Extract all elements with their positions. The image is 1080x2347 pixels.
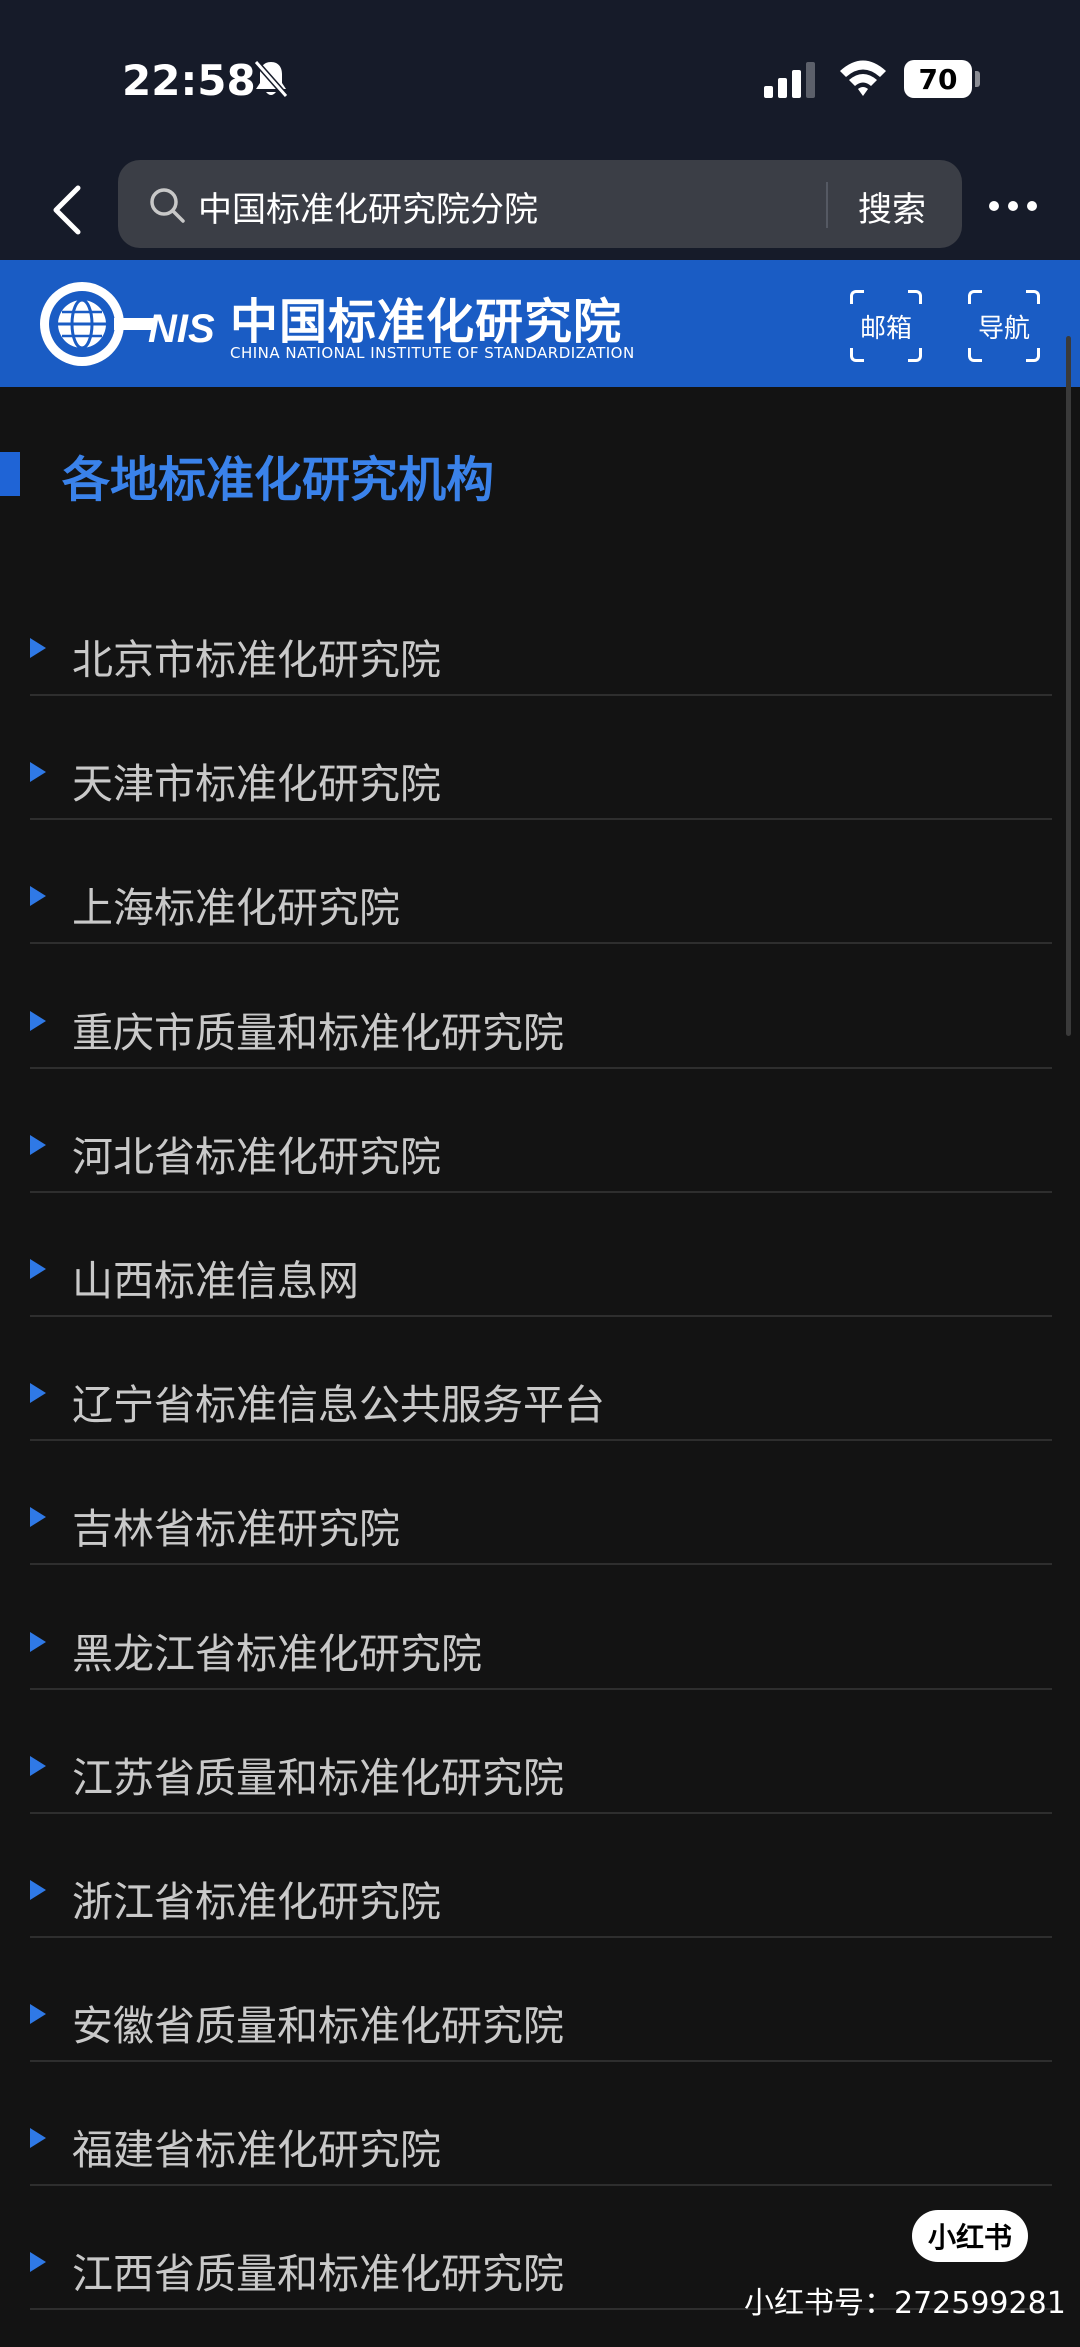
org-link[interactable]: 河北省标准化研究院 [72,1123,441,1183]
search-divider [826,182,828,228]
mail-button[interactable]: 邮箱 [850,290,922,362]
xiaohongshu-id: 小红书号：272599281 [744,2286,1066,2321]
triangle-bullet-icon [30,1383,46,1404]
org-list-item[interactable]: 浙江省标准化研究院 [0,1842,1080,1966]
signal-icon [764,62,815,98]
nav-button-label: 导航 [977,313,1030,344]
bell-muted-icon [253,60,289,98]
org-link[interactable]: 天津市标准化研究院 [72,750,441,810]
battery-tip [975,71,980,87]
site-header: NIS 中国标准化研究院 CHINA NATIONAL INSTITUTE OF… [0,260,1080,387]
org-list-item[interactable]: 重庆市质量和标准化研究院 [0,973,1080,1097]
triangle-bullet-icon [30,2128,46,2149]
search-input[interactable]: 中国标准化研究院分院 搜索 [118,160,962,248]
triangle-bullet-icon [30,1010,46,1031]
browser-toolbar: 中国标准化研究院分院 搜索 [0,160,1080,260]
triangle-bullet-icon [30,762,46,783]
org-list-item[interactable]: 河北省标准化研究院 [0,1097,1080,1221]
divider [30,942,1052,945]
search-button[interactable]: 搜索 [858,182,926,231]
org-link[interactable]: 浙江省标准化研究院 [72,1868,441,1928]
triangle-bullet-icon [30,1134,46,1155]
divider [30,1935,1052,1938]
triangle-bullet-icon [30,638,46,658]
nav-button[interactable]: 导航 [968,290,1040,362]
org-list-item[interactable]: 上海标准化研究院 [0,848,1080,972]
org-link[interactable]: 黑龙江省标准化研究院 [72,1620,482,1680]
org-link[interactable]: 安徽省质量和标准化研究院 [72,1992,564,2052]
org-link[interactable]: 上海标准化研究院 [72,874,400,934]
org-link[interactable]: 江西省质量和标准化研究院 [72,2240,564,2300]
status-bar: 22:58 70 [0,0,1080,160]
logo-short-text: NIS [148,307,215,351]
wifi-icon [840,60,886,96]
divider [30,1314,1052,1317]
divider [30,818,1052,821]
org-link[interactable]: 吉林省标准研究院 [72,1495,400,1555]
org-link[interactable]: 山西标准信息网 [72,1247,359,1307]
back-arrow-icon[interactable] [48,182,88,238]
triangle-bullet-icon [30,1879,46,1900]
triangle-bullet-icon [30,1258,46,1279]
org-link[interactable]: 辽宁省标准信息公共服务平台 [72,1371,605,1431]
logo-title-en: CHINA NATIONAL INSTITUTE OF STANDARDIZAT… [230,344,635,362]
cnis-logo-emblem[interactable]: NIS [36,278,222,370]
triangle-bullet-icon [30,1755,46,1776]
org-list-item[interactable]: 山西标准信息网 [0,1221,1080,1345]
org-link[interactable]: 北京市标准化研究院 [72,626,441,686]
logo-title-cn: 中国标准化研究院 [230,294,623,350]
org-link[interactable]: 重庆市质量和标准化研究院 [72,999,564,1059]
org-list-item[interactable]: 福建省标准化研究院 [0,2090,1080,2214]
org-link[interactable]: 福建省标准化研究院 [72,2116,441,2176]
triangle-bullet-icon [30,1631,46,1652]
divider [30,1563,1052,1566]
divider [30,1066,1052,1069]
org-list: 北京市标准化研究院 天津市标准化研究院 上海标准化研究院重庆市质量和标准化研究院 河北… [0,600,1080,2339]
triangle-bullet-icon [30,886,46,907]
section-title: 各地标准化研究机构 [62,452,495,508]
divider [30,2184,1052,2187]
divider [30,1811,1052,1814]
org-list-item[interactable]: 安徽省质量和标准化研究院 [0,1966,1080,2090]
more-options-icon[interactable] [988,200,1038,212]
section-marker [0,452,20,496]
mail-button-label: 邮箱 [859,313,912,344]
org-list-item[interactable]: 黑龙江省标准化研究院 [0,1594,1080,1718]
org-list-item[interactable]: 辽宁省标准信息公共服务平台 [0,1345,1080,1469]
org-link[interactable]: 江苏省质量和标准化研究院 [72,1744,564,1804]
divider [30,694,1052,696]
search-icon [150,188,185,223]
org-list-item[interactable]: 北京市标准化研究院 [0,600,1080,724]
xiaohongshu-logo: 小红书 [912,2210,1028,2262]
divider [30,1439,1052,1442]
triangle-bullet-icon [30,2004,46,2025]
org-list-item[interactable]: 江苏省质量和标准化研究院 [0,1718,1080,1842]
battery-indicator: 70 [904,60,972,98]
status-time: 22:58 [122,56,256,105]
divider [30,1687,1052,1690]
triangle-bullet-icon [30,1507,46,1528]
triangle-bullet-icon [30,2252,46,2273]
search-query-text[interactable]: 中国标准化研究院分院 [198,182,538,231]
divider [30,1190,1052,1193]
org-list-item[interactable]: 天津市标准化研究院 [0,724,1080,848]
org-list-item[interactable]: 吉林省标准研究院 [0,1469,1080,1593]
divider [30,2060,1052,2063]
